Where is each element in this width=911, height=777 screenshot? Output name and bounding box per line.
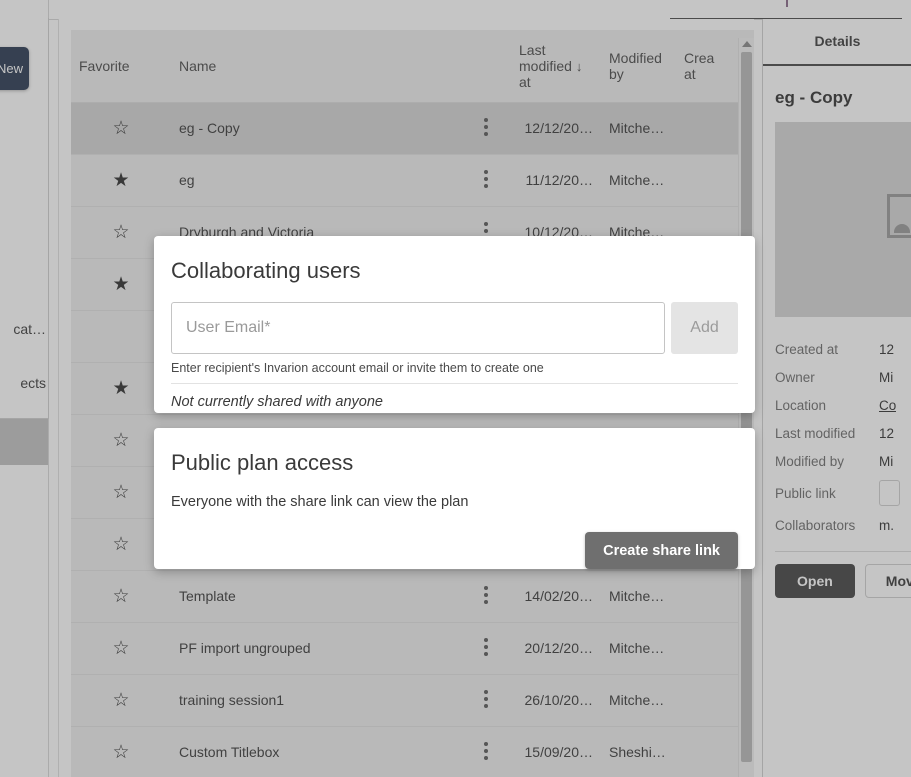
email-invite-hint: Enter recipient's Invarion account email…: [171, 361, 544, 375]
collaborating-users-title: Collaborating users: [171, 258, 361, 283]
sharing-status-text: Not currently shared with anyone: [171, 394, 383, 410]
public-plan-access-description: Everyone with the share link can view th…: [171, 494, 469, 510]
add-collaborator-button[interactable]: Add: [671, 302, 738, 354]
public-plan-access-dialog: Public plan access Everyone with the sha…: [154, 428, 755, 569]
email-invite-row: Add: [171, 302, 738, 354]
app-root: New cat… ects Favorite Name Last modifie…: [0, 0, 911, 777]
collaborating-users-body: Collaborating users Add Enter recipient'…: [154, 236, 755, 410]
public-plan-access-title: Public plan access: [171, 450, 354, 475]
collaborating-divider: [171, 383, 738, 384]
public-plan-access-actions: Create share link: [171, 532, 738, 569]
collaborating-users-dialog: Collaborating users Add Enter recipient'…: [154, 236, 755, 413]
create-share-link-button[interactable]: Create share link: [585, 532, 738, 569]
public-plan-access-body: Public plan access Everyone with the sha…: [154, 428, 755, 569]
user-email-input[interactable]: [171, 302, 665, 354]
